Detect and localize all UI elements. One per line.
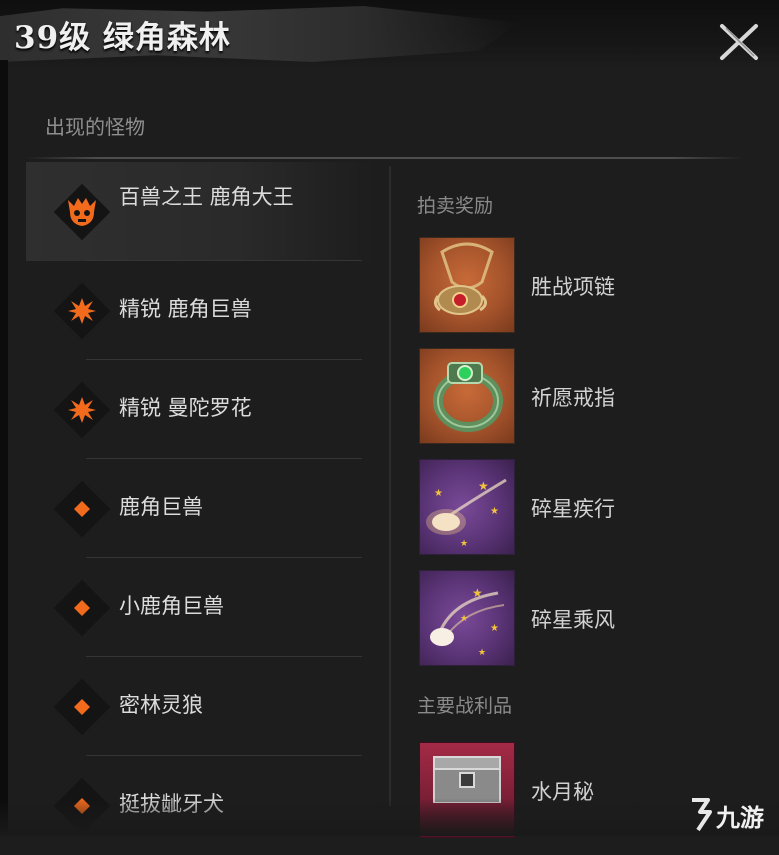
reward-item-skill[interactable]: ★ ★ ★ ★ 碎星疾行 <box>417 459 757 557</box>
reward-item-ring[interactable]: 祈愿戒指 <box>417 348 757 446</box>
monster-item-boss[interactable]: 百兽之王 鹿角大王 <box>26 162 376 261</box>
monster-item-elite[interactable]: 精锐 曼陀罗花 <box>26 360 376 459</box>
svg-text:★: ★ <box>490 623 499 634</box>
necklace-icon <box>419 237 515 333</box>
comet-wind-skill-icon: ★ ★ ★ ★ <box>419 570 515 666</box>
monster-name: 密林灵狼 <box>119 693 203 717</box>
monster-item-normal[interactable]: 小鹿角巨兽 <box>26 558 376 657</box>
panel-edge <box>0 60 8 836</box>
bottom-fade <box>0 798 779 836</box>
column-divider <box>389 166 391 806</box>
elite-star-icon <box>53 282 111 340</box>
reward-name: 祈愿戒指 <box>531 386 615 410</box>
reward-name: 碎星疾行 <box>531 497 615 521</box>
close-icon <box>720 24 758 60</box>
monster-name: 精锐 曼陀罗花 <box>119 396 252 420</box>
auction-heading: 拍卖奖励 <box>417 195 494 217</box>
reward-name: 胜战项链 <box>531 275 615 299</box>
elite-star-icon <box>53 381 111 439</box>
monster-item-elite[interactable]: 精锐 鹿角巨兽 <box>26 261 376 360</box>
loot-heading: 主要战利品 <box>417 695 513 717</box>
watermark-text: 九游 <box>716 804 764 832</box>
svg-text:★: ★ <box>478 648 486 658</box>
close-button[interactable] <box>712 20 764 64</box>
normal-diamond-icon <box>53 480 111 538</box>
monster-item-normal[interactable]: 鹿角巨兽 <box>26 459 376 558</box>
monster-name: 精锐 鹿角巨兽 <box>119 297 252 321</box>
svg-text:★: ★ <box>490 506 499 517</box>
heading-divider <box>26 157 744 159</box>
comet-skill-icon: ★ ★ ★ ★ <box>419 459 515 555</box>
monster-item-normal[interactable]: 密林灵狼 <box>26 657 376 756</box>
reward-item-necklace[interactable]: 胜战项链 <box>417 237 757 335</box>
normal-diamond-icon <box>53 579 111 637</box>
svg-text:★: ★ <box>434 488 443 499</box>
reward-item-skill[interactable]: ★ ★ ★ ★ 碎星乘风 <box>417 570 757 668</box>
monster-name: 鹿角巨兽 <box>119 495 203 519</box>
boss-skull-icon <box>53 183 111 241</box>
monster-name: 小鹿角巨兽 <box>119 594 224 618</box>
svg-text:★: ★ <box>460 539 468 549</box>
page-title: 39级 绿角森林 <box>14 20 231 56</box>
watermark-logo: 九游 <box>688 794 778 834</box>
normal-diamond-icon <box>53 678 111 736</box>
monsters-heading: 出现的怪物 <box>45 115 145 139</box>
svg-text:★: ★ <box>472 586 483 600</box>
ring-icon <box>419 348 515 444</box>
svg-text:★: ★ <box>460 614 468 624</box>
reward-name: 碎星乘风 <box>531 608 615 632</box>
monster-name: 百兽之王 鹿角大王 <box>119 185 294 209</box>
monster-list: 百兽之王 鹿角大王 精锐 鹿角巨兽 精锐 曼陀罗花 鹿角巨兽 小鹿角巨兽 密林灵… <box>26 162 376 855</box>
svg-text:★: ★ <box>478 479 489 493</box>
